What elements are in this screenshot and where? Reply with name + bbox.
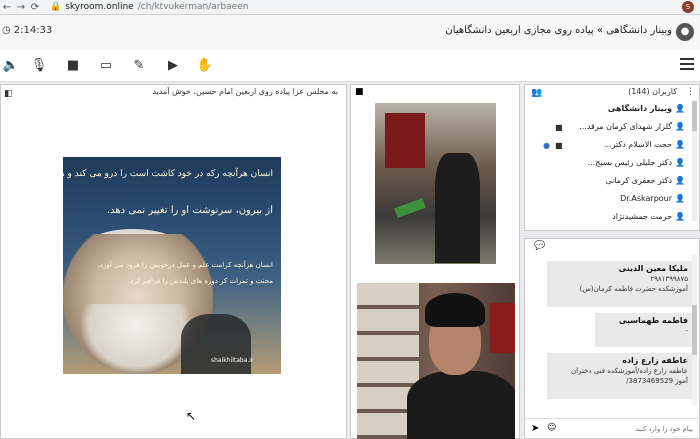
person-icon: 👤 bbox=[675, 103, 685, 113]
poster-line-4: محنت و ثمرات کر دوره های بلندش را فراهم … bbox=[127, 277, 273, 285]
screen-share-icon[interactable]: ▭ bbox=[97, 57, 115, 75]
speaker-icon[interactable]: 🔈 bbox=[2, 57, 20, 75]
raise-hand-icon[interactable]: ✋ bbox=[196, 57, 214, 75]
person-icon: 👤 bbox=[675, 211, 685, 221]
mic-icon: ● bbox=[543, 141, 550, 150]
video-feed-speaker[interactable] bbox=[357, 283, 515, 439]
speaker-turban bbox=[425, 293, 485, 327]
mouse-cursor-icon: ↖ bbox=[186, 409, 197, 423]
poster-tree bbox=[181, 314, 251, 374]
slide-poster-image: انسان هرآنچه رکه در خود کاشت است را درو … bbox=[63, 157, 281, 374]
user-item[interactable]: 👤 حجت الاسلام دکتر... bbox=[604, 137, 685, 151]
person-icon: 👤 bbox=[675, 175, 685, 185]
user-name: وبینار دانشگاهی bbox=[607, 103, 673, 113]
presentation-title: به مجلس عزا پیاده روی اربعین امام حسین، … bbox=[152, 87, 338, 96]
users-scrollbar[interactable] bbox=[692, 101, 697, 221]
user-name: حجت الاسلام دکتر... bbox=[603, 139, 673, 149]
chat-panel: 💬 ملیکا معین الدینی ۲۹۸۱۳۹۹۸۷۵ آموزشکده … bbox=[524, 238, 700, 439]
camera-icon: ■ bbox=[555, 141, 563, 150]
chat-input[interactable] bbox=[563, 422, 693, 436]
address-bar[interactable]: 🔒 skyroom.online/ch/ktvukerman/arbaeen bbox=[50, 2, 248, 12]
presentation-panel: ◧ به مجلس عزا پیاده روی اربعین امام حسین… bbox=[0, 84, 347, 439]
mic-muted-icon[interactable]: 🎙 bbox=[30, 57, 48, 75]
user-item[interactable]: 👤 وبینار دانشگاهی bbox=[608, 101, 685, 115]
media-player-icon[interactable]: ▶ bbox=[164, 57, 182, 75]
camera-icon[interactable]: ■ bbox=[64, 57, 82, 75]
forward-icon[interactable]: → bbox=[14, 2, 28, 13]
video-feed-pilgrims[interactable] bbox=[375, 103, 496, 264]
expand-panel-icon[interactable]: ◧ bbox=[4, 87, 13, 101]
reload-icon[interactable]: ⟳ bbox=[28, 2, 42, 13]
video-panel: ■ bbox=[350, 84, 520, 439]
chat-icon: 💬 bbox=[534, 241, 546, 251]
send-icon[interactable]: ➤ bbox=[531, 423, 539, 434]
app-header: ◷ 2:14:33 وبینار دانشگاهی » پیاده روی مج… bbox=[0, 15, 700, 50]
users-title: کاربران (144) bbox=[628, 87, 677, 96]
chat-text: آموزشکده حضرت فاطمه کرمان(س) bbox=[579, 285, 688, 293]
room-title: وبینار دانشگاهی » پیاده روی مجازی اربعین… bbox=[445, 25, 672, 36]
video-header: ■ bbox=[351, 85, 519, 99]
main-toolbar: 🔈 🎙 ■ ▭ ✎ ▶ ✋ bbox=[0, 50, 700, 82]
brush-icon[interactable]: ✎ bbox=[130, 57, 148, 75]
video-flag bbox=[394, 198, 426, 218]
chat-sender: عاطفه زارع زاده bbox=[622, 356, 688, 365]
users-group-icon: 👥 bbox=[531, 88, 543, 98]
url-domain: skyroom.online bbox=[65, 2, 134, 12]
user-name: حرمت جمشیدنژاد bbox=[612, 211, 673, 221]
emoji-icon[interactable]: ☺ bbox=[547, 423, 556, 433]
presentation-header: ◧ به مجلس عزا پیاده روی اربعین امام حسین… bbox=[1, 85, 346, 99]
video-person bbox=[435, 153, 480, 263]
user-item[interactable]: 👤 گلزار شهدای کرمان مرقد... bbox=[579, 119, 685, 133]
app-logo-icon: ● bbox=[676, 23, 694, 41]
user-item[interactable]: 👤 حرمت جمشیدنژاد bbox=[612, 209, 685, 223]
poster-watermark: shaikhiltaba.ir bbox=[211, 357, 254, 364]
poster-line-2: از بیرون، سرنوشت او را تغییر نمی دهد. bbox=[106, 205, 273, 216]
slide-area: انسان هرآنچه رکه در خود کاشت است را درو … bbox=[3, 157, 345, 374]
chat-text: آموز 3873469529/ bbox=[626, 377, 688, 385]
person-icon: 👤 bbox=[675, 121, 685, 131]
users-menu-icon[interactable]: ⋮ bbox=[686, 85, 695, 99]
video-banner bbox=[385, 113, 425, 168]
chat-sender: ملیکا معین الدینی bbox=[618, 264, 688, 273]
clock-icon: ◷ bbox=[2, 25, 11, 36]
profile-avatar[interactable]: S bbox=[682, 1, 694, 13]
video-red-banner bbox=[490, 303, 515, 353]
url-path: /ch/ktvukerman/arbaeen bbox=[137, 2, 249, 12]
users-panel: 👥 کاربران (144) ⋮ 👤 وبینار دانشگاهی 👤 گلزا… bbox=[524, 84, 700, 231]
chat-input-bar: ➤ ☺ bbox=[525, 418, 700, 438]
lock-icon: 🔒 bbox=[50, 2, 62, 12]
users-header: 👥 کاربران (144) ⋮ bbox=[525, 85, 699, 99]
speaker-body bbox=[407, 371, 515, 439]
chat-message: عاطفه زارع زاده عاطفه زارع زاده/آموزشکده… bbox=[547, 353, 693, 399]
user-name: Dr.Askarpour bbox=[620, 193, 673, 203]
poster-line-3: انسان هرآنچه کرامت علم و عمل درخویش را ف… bbox=[97, 261, 273, 269]
session-timer: ◷ 2:14:33 bbox=[2, 25, 52, 36]
user-name: دکتر جعفری کرمانی bbox=[605, 175, 673, 185]
browser-toolbar: ← → ⟳ 🔒 skyroom.online/ch/ktvukerman/arb… bbox=[0, 0, 700, 15]
chat-text: عاطفه زارع زاده/آموزشکده فنی دختران bbox=[571, 367, 688, 375]
poster-beard bbox=[81, 304, 191, 374]
user-item[interactable]: 👤 Dr.Askarpour bbox=[620, 191, 685, 205]
video-camera-icon: ■ bbox=[355, 87, 364, 97]
person-icon: 👤 bbox=[675, 157, 685, 167]
chat-message: فاطمه طهماسبی - bbox=[595, 313, 693, 347]
camera-icon: ■ bbox=[555, 123, 563, 132]
menu-icon[interactable] bbox=[680, 58, 694, 70]
user-item[interactable]: 👤 دکتر جعفری کرمانی bbox=[605, 173, 685, 187]
chat-text: ۲۹۸۱۳۹۹۸۷۵ bbox=[650, 275, 688, 283]
back-icon[interactable]: ← bbox=[0, 2, 14, 13]
chat-sender: فاطمه طهماسبی bbox=[618, 316, 688, 325]
chat-text: - bbox=[685, 327, 688, 335]
person-icon: 👤 bbox=[675, 193, 685, 203]
chat-scrollbar[interactable] bbox=[692, 255, 697, 405]
chat-message: ملیکا معین الدینی ۲۹۸۱۳۹۹۸۷۵ آموزشکده حض… bbox=[547, 261, 693, 307]
person-icon: 👤 bbox=[675, 139, 685, 149]
poster-line-1: انسان هرآنچه رکه در خود کاشت است را درو … bbox=[63, 169, 273, 179]
timer-text: 2:14:33 bbox=[13, 25, 53, 36]
user-name: دکتر جلیلی رئیس بسیج... bbox=[587, 157, 673, 167]
chat-header: 💬 bbox=[525, 239, 699, 253]
user-name: گلزار شهدای کرمان مرقد... bbox=[579, 121, 673, 131]
user-item[interactable]: 👤 دکتر جلیلی رئیس بسیج... bbox=[588, 155, 685, 169]
